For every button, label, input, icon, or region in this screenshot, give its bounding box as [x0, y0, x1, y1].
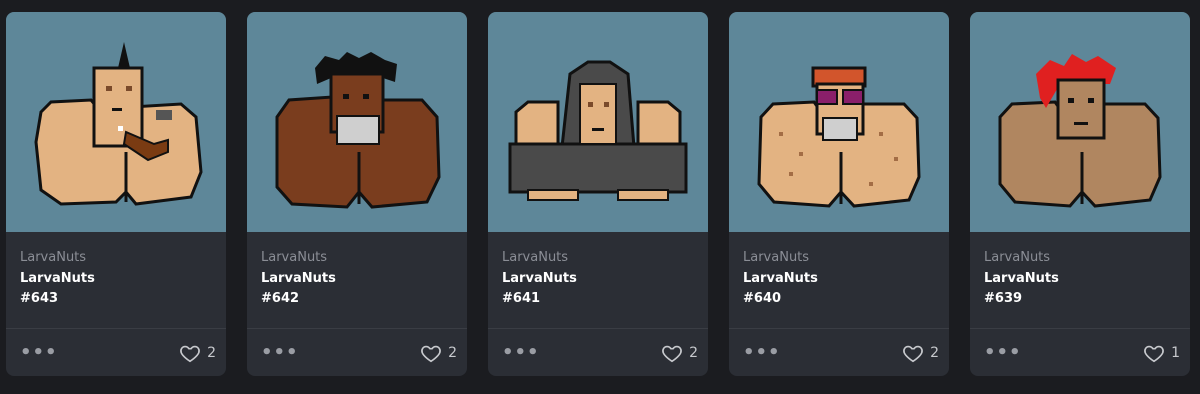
- more-options-button[interactable]: •••: [743, 343, 781, 362]
- like-button[interactable]: 1: [1143, 342, 1180, 364]
- card-footer: ••• 2: [247, 329, 467, 376]
- nft-card[interactable]: LarvaNuts LarvaNuts #641 ••• 2: [488, 12, 708, 376]
- item-token-id[interactable]: #643: [20, 289, 212, 309]
- like-button[interactable]: 2: [902, 342, 939, 364]
- item-name[interactable]: LarvaNuts: [743, 269, 935, 289]
- more-options-button[interactable]: •••: [502, 343, 540, 362]
- larvanut-641-art: [508, 60, 688, 201]
- heart-outline-icon: [421, 345, 441, 362]
- card-info: LarvaNuts LarvaNuts #643: [6, 232, 226, 324]
- like-count: 2: [448, 344, 457, 361]
- item-token-id[interactable]: #639: [984, 289, 1176, 309]
- collection-name[interactable]: LarvaNuts: [261, 248, 453, 268]
- heart-outline-icon: [662, 345, 682, 362]
- nft-image[interactable]: [247, 12, 467, 232]
- nft-image[interactable]: [729, 12, 949, 232]
- card-info: LarvaNuts LarvaNuts #642: [247, 232, 467, 324]
- card-info: LarvaNuts LarvaNuts #641: [488, 232, 708, 324]
- card-info: LarvaNuts LarvaNuts #639: [970, 232, 1190, 324]
- card-footer: ••• 2: [729, 329, 949, 376]
- collection-name[interactable]: LarvaNuts: [743, 248, 935, 268]
- item-name[interactable]: LarvaNuts: [261, 269, 453, 289]
- nft-card[interactable]: LarvaNuts LarvaNuts #640 ••• 2: [729, 12, 949, 376]
- item-token-id[interactable]: #640: [743, 289, 935, 309]
- item-token-id[interactable]: #642: [261, 289, 453, 309]
- more-options-button[interactable]: •••: [20, 343, 58, 362]
- like-count: 2: [689, 344, 698, 361]
- larvanut-642-art: [275, 52, 441, 209]
- heart-outline-icon: [180, 345, 200, 362]
- card-footer: ••• 1: [970, 329, 1190, 376]
- heart-outline-icon: [1144, 345, 1164, 362]
- heart-outline-icon: [903, 345, 923, 362]
- larvanut-640-art: [757, 66, 921, 208]
- nft-card[interactable]: LarvaNuts LarvaNuts #639 ••• 1: [970, 12, 1190, 376]
- collection-name[interactable]: LarvaNuts: [502, 248, 694, 268]
- like-button[interactable]: 2: [179, 342, 216, 364]
- item-name[interactable]: LarvaNuts: [20, 269, 212, 289]
- item-name[interactable]: LarvaNuts: [502, 269, 694, 289]
- like-count: 1: [1171, 344, 1180, 361]
- like-count: 2: [930, 344, 939, 361]
- like-button[interactable]: 2: [420, 342, 457, 364]
- more-options-button[interactable]: •••: [261, 343, 299, 362]
- nft-card[interactable]: LarvaNuts LarvaNuts #642 ••• 2: [247, 12, 467, 376]
- item-name[interactable]: LarvaNuts: [984, 269, 1176, 289]
- like-button[interactable]: 2: [661, 342, 698, 364]
- item-token-id[interactable]: #641: [502, 289, 694, 309]
- collection-name[interactable]: LarvaNuts: [984, 248, 1176, 268]
- card-footer: ••• 2: [488, 329, 708, 376]
- collection-name[interactable]: LarvaNuts: [20, 248, 212, 268]
- nft-image[interactable]: [970, 12, 1190, 232]
- larvanut-639-art: [998, 54, 1162, 208]
- nft-image[interactable]: [6, 12, 226, 232]
- nft-image[interactable]: [488, 12, 708, 232]
- nft-card[interactable]: LarvaNuts LarvaNuts #643 ••• 2: [6, 12, 226, 376]
- card-info: LarvaNuts LarvaNuts #640: [729, 232, 949, 324]
- nft-grid: LarvaNuts LarvaNuts #643 ••• 2 LarvaNuts…: [0, 0, 1200, 394]
- card-footer: ••• 2: [6, 329, 226, 376]
- like-count: 2: [207, 344, 216, 361]
- more-options-button[interactable]: •••: [984, 343, 1022, 362]
- larvanut-643-art: [34, 42, 203, 206]
